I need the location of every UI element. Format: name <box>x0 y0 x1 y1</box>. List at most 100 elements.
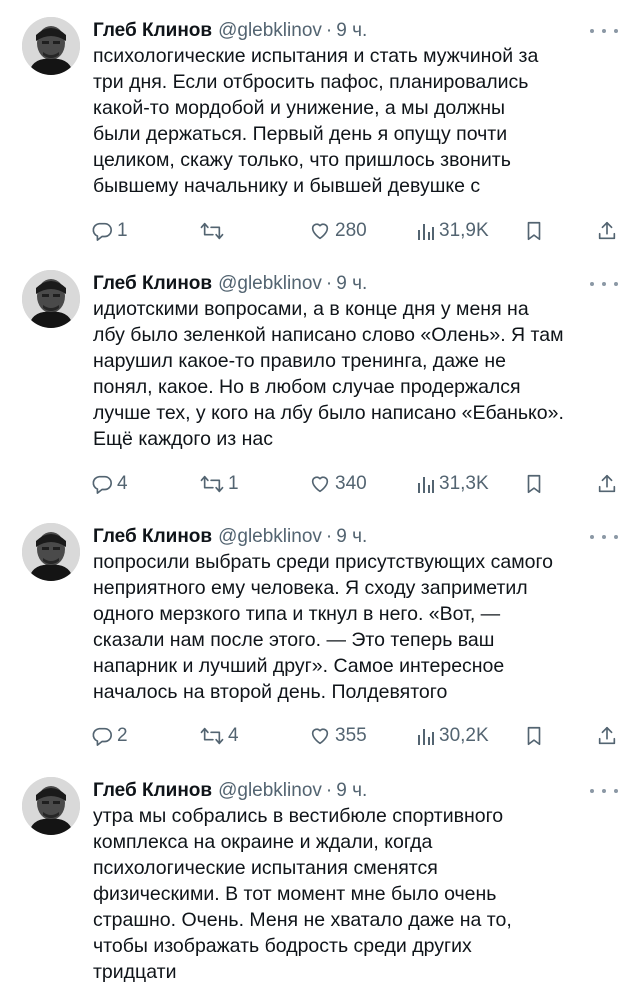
heart-icon <box>311 728 329 745</box>
share-button[interactable] <box>596 722 618 750</box>
tweet-text: идиотскими вопросами, а в конце дня у ме… <box>93 296 623 452</box>
timestamp[interactable]: 9 ч. <box>336 273 367 295</box>
retweet-button[interactable]: 1 <box>200 470 239 498</box>
share-button[interactable] <box>596 470 618 498</box>
tweet-text-line: физическими. В тот момент мне было очень <box>93 883 497 905</box>
separator: · <box>325 20 333 41</box>
action-bar: 4 1 340 31,3K <box>0 470 640 498</box>
more-icon[interactable] <box>590 274 618 294</box>
tweet-text: попросили выбрать среди присутствующих с… <box>93 549 623 705</box>
author-handle[interactable]: @glebklinov <box>218 526 322 548</box>
avatar[interactable] <box>22 17 80 75</box>
share-icon <box>598 474 616 493</box>
author-handle[interactable]: @glebklinov <box>218 273 322 295</box>
tweet-text-line: попросили выбрать среди присутствующих с… <box>93 551 553 573</box>
heart-icon <box>311 476 329 493</box>
author-name[interactable]: Глеб Клинов <box>93 20 212 42</box>
retweet-button[interactable] <box>200 217 228 245</box>
separator: · <box>325 526 333 547</box>
views-button[interactable]: 30,2K <box>417 722 489 750</box>
tweet-text-line: психологические испытания сменятся <box>93 857 438 879</box>
reply-count: 4 <box>117 473 128 494</box>
retweet-icon <box>200 222 224 240</box>
like-count: 340 <box>335 473 367 494</box>
tweet-text-line: целиком, скажу только, что пришлось звон… <box>93 149 511 171</box>
tweet-text-line: началось на второй день. Полдевятого <box>93 681 448 703</box>
like-count: 355 <box>335 725 367 746</box>
retweet-icon <box>200 475 224 493</box>
bookmark-button[interactable] <box>524 470 544 498</box>
more-icon[interactable] <box>590 781 618 801</box>
tweet-text-line: чтобы изображать бодрость среди других <box>93 935 472 957</box>
tweet-text-line: страшно. Очень. Меня не хватало даже на … <box>93 909 512 931</box>
like-button[interactable]: 355 <box>309 722 367 750</box>
tweet-text-line: лучше тех, у кого на лбу было написано «… <box>93 402 564 424</box>
tweet-text-line: бывшему начальнику и бывшей девушке с <box>93 175 481 197</box>
reply-icon <box>92 727 112 746</box>
avatar[interactable] <box>22 777 80 835</box>
tweet-text-line: напарник и лучший друг». Самое интересно… <box>93 655 505 677</box>
bookmark-icon <box>527 474 541 494</box>
views-icon <box>418 729 434 745</box>
separator: · <box>325 780 333 801</box>
more-icon[interactable] <box>590 21 618 41</box>
views-button[interactable]: 31,9K <box>417 217 489 245</box>
author-name[interactable]: Глеб Клинов <box>93 780 212 802</box>
author-name[interactable]: Глеб Клинов <box>93 273 212 295</box>
share-icon <box>598 726 616 745</box>
avatar[interactable] <box>22 523 80 581</box>
tweet-text-line: нарушил какое-то правило тренинга, даже … <box>93 350 506 372</box>
tweet-text-line: психологические испытания и стать мужчин… <box>93 45 539 67</box>
like-button[interactable]: 280 <box>309 217 367 245</box>
views-icon <box>418 224 434 240</box>
avatar[interactable] <box>22 270 80 328</box>
reply-button[interactable]: 4 <box>91 470 128 498</box>
views-button[interactable]: 31,3K <box>417 470 489 498</box>
tweet-text-line: тридцати <box>93 961 177 983</box>
action-bar: 2 4 355 30,2K <box>0 722 640 750</box>
views-count: 31,3K <box>439 473 489 494</box>
author-handle[interactable]: @glebklinov <box>218 20 322 42</box>
tweet-text-line: одного мерзкого типа и ткнул в него. «Во… <box>93 603 501 625</box>
author-handle[interactable]: @glebklinov <box>218 780 322 802</box>
tweet-text-line: какой-то мордобой и унижение, а мы должн… <box>93 97 506 119</box>
like-button[interactable]: 340 <box>309 470 367 498</box>
tweet-text-line: неприятного ему человека. Я сходу заприм… <box>93 577 528 599</box>
heart-icon <box>311 223 329 240</box>
author-name[interactable]: Глеб Клинов <box>93 526 212 548</box>
views-count: 31,9K <box>439 220 489 241</box>
timestamp[interactable]: 9 ч. <box>336 20 367 42</box>
timestamp[interactable]: 9 ч. <box>336 526 367 548</box>
tweet-text-line: были держаться. Первый день я опущу почт… <box>93 123 508 145</box>
tweet-header: Глеб Клинов @glebklinov · 9 ч. <box>93 523 367 551</box>
tweet-text-line: три дня. Если отбросить пафос, планирова… <box>93 71 529 93</box>
retweet-count: 4 <box>228 725 239 746</box>
bookmark-button[interactable] <box>524 217 544 245</box>
share-icon <box>598 221 616 240</box>
tweet-text-line: сказали нам после этого. — Это теперь ва… <box>93 629 495 651</box>
retweet-icon <box>200 727 224 745</box>
bookmark-icon <box>527 221 541 241</box>
tweet-header: Глеб Клинов @glebklinov · 9 ч. <box>93 777 367 805</box>
reply-icon <box>92 222 112 241</box>
tweet-text-line: понял, какое. Но в любом случае продержа… <box>93 376 521 398</box>
reply-count: 2 <box>117 725 128 746</box>
more-icon[interactable] <box>590 527 618 547</box>
retweet-button[interactable]: 4 <box>200 722 239 750</box>
action-bar: 1 280 31,9K <box>0 217 640 245</box>
tweet-header: Глеб Клинов @glebklinov · 9 ч. <box>93 17 367 45</box>
timestamp[interactable]: 9 ч. <box>336 780 367 802</box>
tweet-text: психологические испытания и стать мужчин… <box>93 43 623 199</box>
bookmark-button[interactable] <box>524 722 544 750</box>
tweet-text-line: Ещё каждого из нас <box>93 428 273 450</box>
bookmark-icon <box>527 726 541 746</box>
share-button[interactable] <box>596 217 618 245</box>
tweet-text-line: лбу было зеленкой написано слово «Олень»… <box>93 324 564 346</box>
like-count: 280 <box>335 220 367 241</box>
reply-button[interactable]: 1 <box>91 217 128 245</box>
views-icon <box>418 477 434 493</box>
tweet-text-line: комплекса на окраине и ждали, когда <box>93 831 433 853</box>
reply-button[interactable]: 2 <box>91 722 128 750</box>
views-count: 30,2K <box>439 725 489 746</box>
reply-icon <box>92 475 112 494</box>
